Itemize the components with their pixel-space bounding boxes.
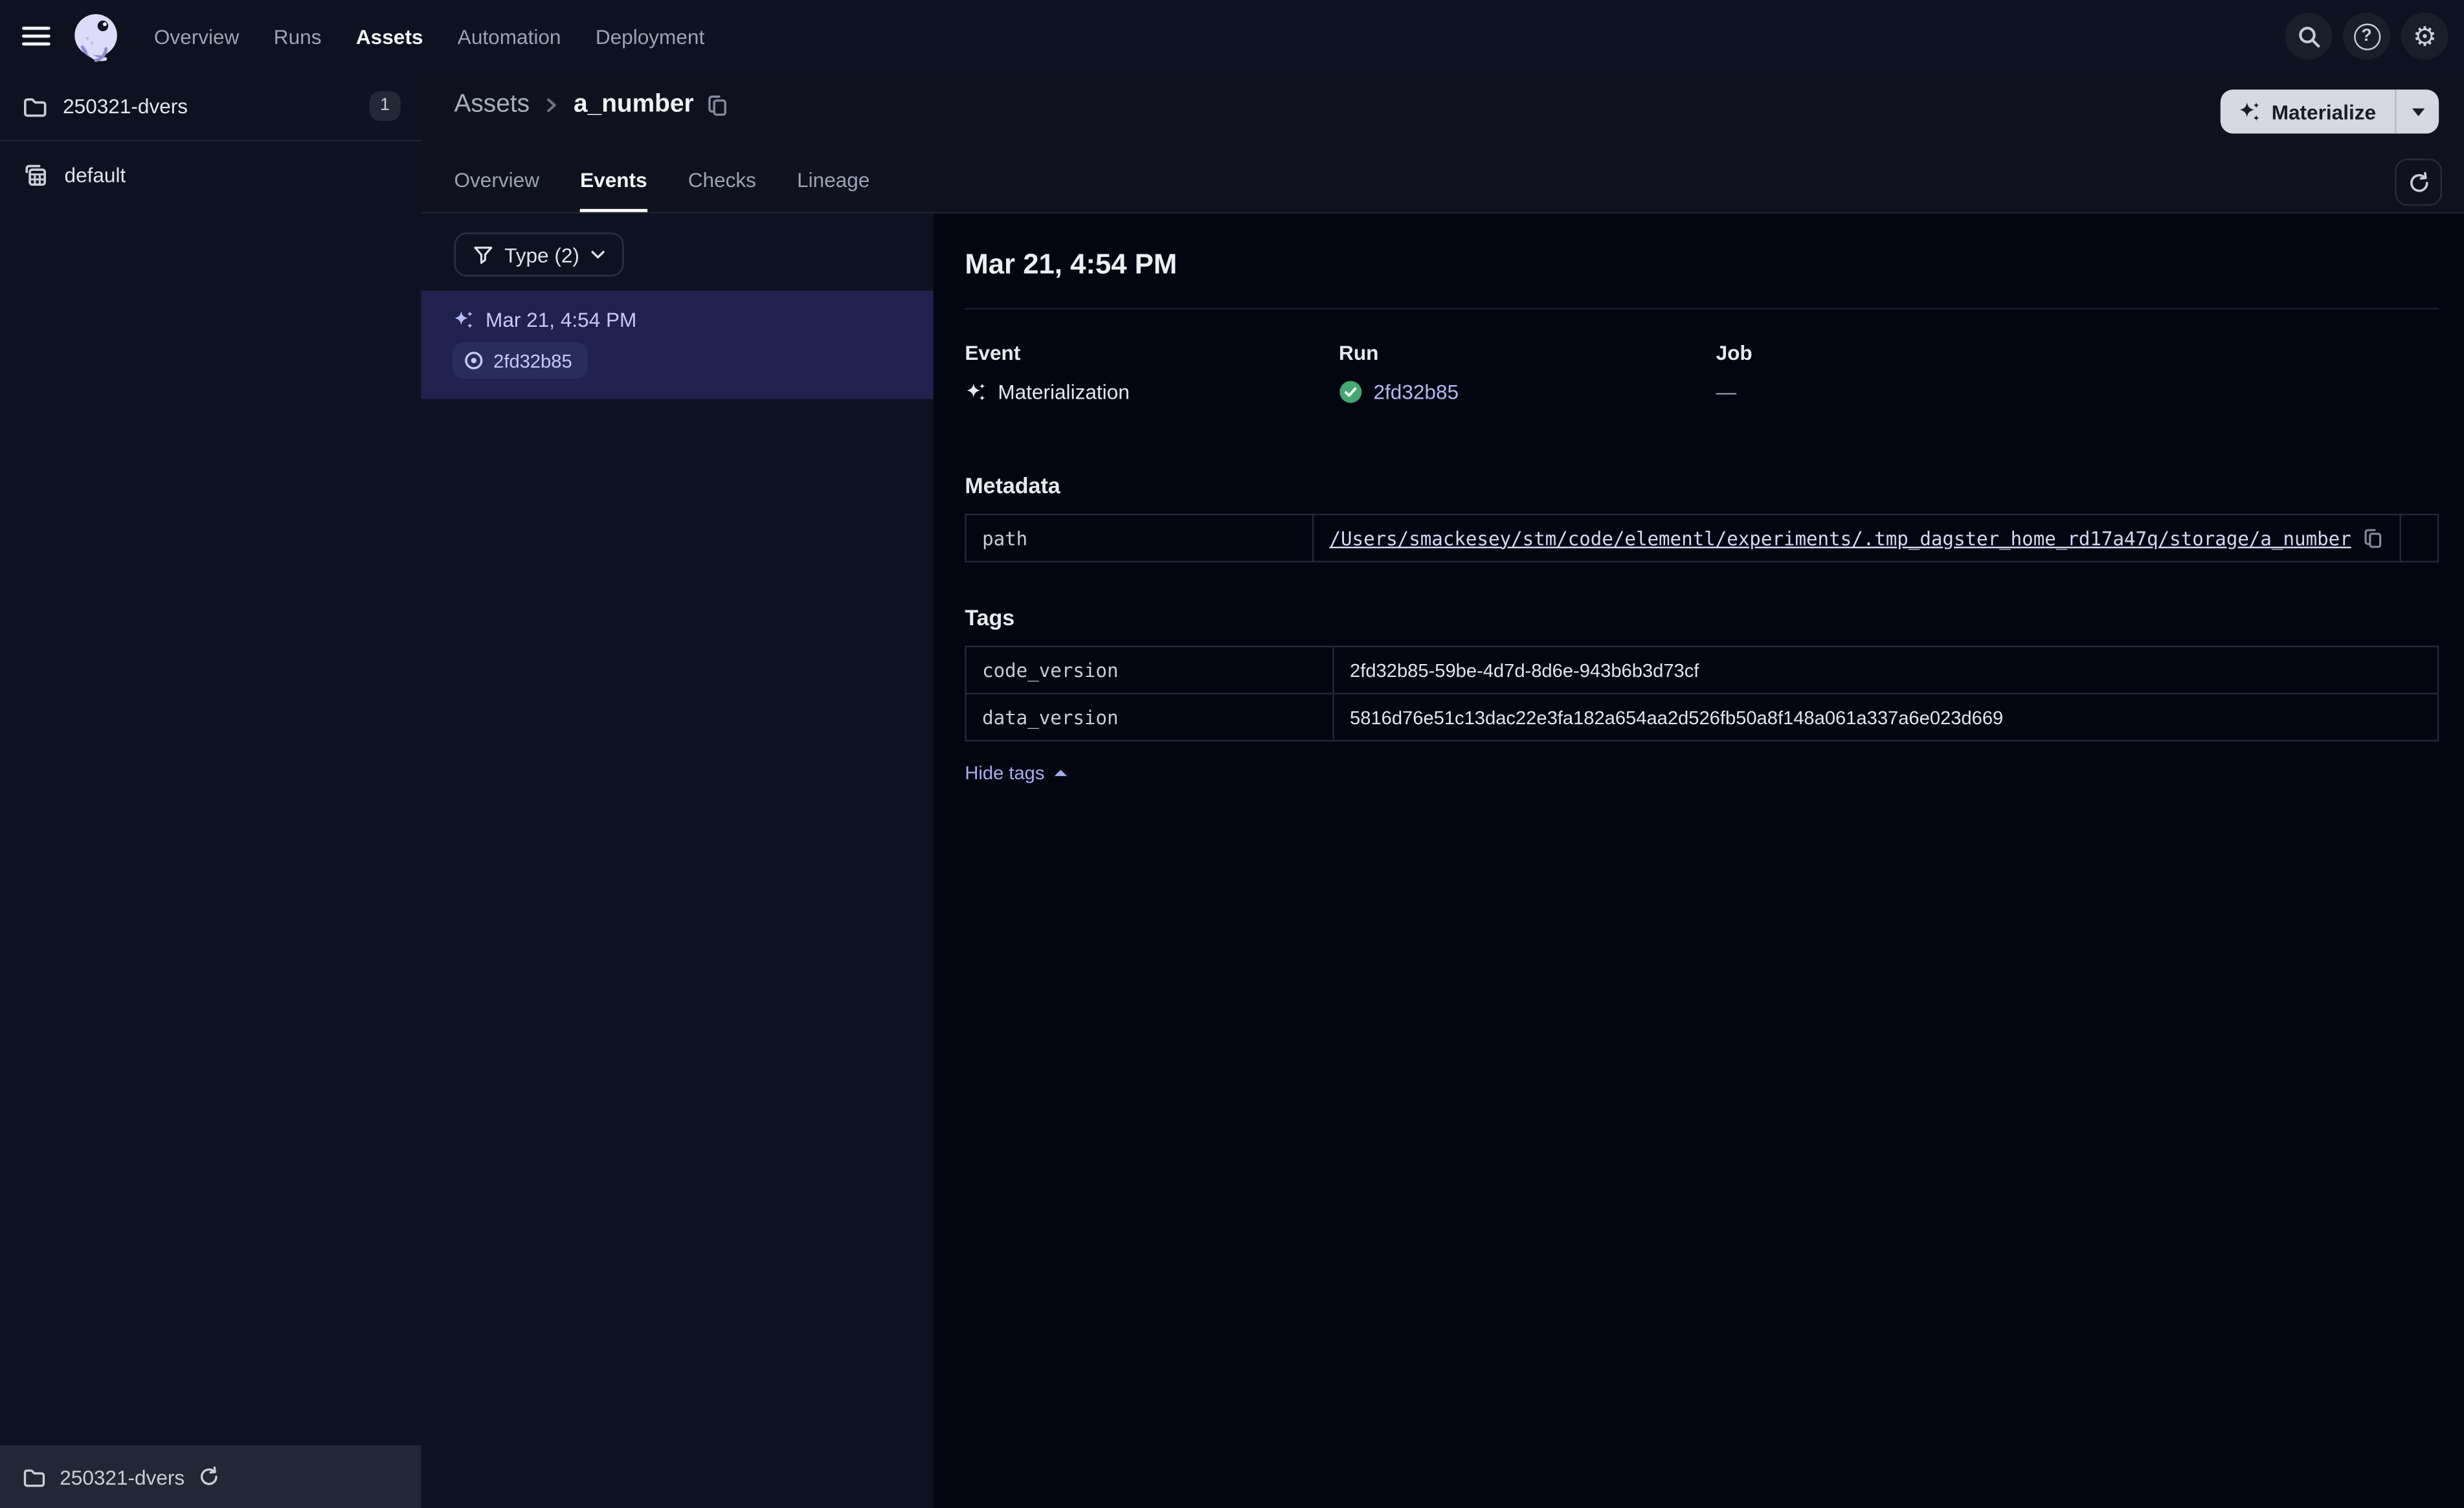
hide-tags-link[interactable]: Hide tags (965, 762, 1067, 784)
run-id-link[interactable]: 2fd32b85 (1373, 380, 1459, 403)
run-target-icon (465, 351, 483, 370)
nav-deployment[interactable]: Deployment (596, 25, 704, 48)
sidebar-group-label: 250321-dvers (63, 94, 188, 118)
detail-divider (965, 307, 2439, 310)
caret-up-icon (1053, 770, 1067, 777)
app-root: Overview Runs Assets Automation Deployme… (0, 0, 2464, 1508)
tag-key: code_version (965, 645, 1334, 694)
sidebar-group-row[interactable]: 250321-dvers 1 (0, 72, 421, 140)
tag-row-data-version: data_version 5816d76e51c13dac22e3fa182a6… (965, 693, 2439, 742)
asset-count-badge: 1 (369, 91, 401, 122)
folder-icon (23, 1469, 45, 1487)
tags-table: code_version 2fd32b85-59be-4d7d-8d6e-943… (965, 645, 2439, 742)
chevron-right-icon (547, 98, 556, 113)
materialize-label: Materialize (2271, 100, 2377, 124)
event-detail-panel: Mar 21, 4:54 PM Event Materialization Ru… (933, 214, 2464, 1508)
materialization-sparkle-icon (967, 383, 985, 400)
filter-label: Type (2) (504, 243, 579, 267)
event-detail-title: Mar 21, 4:54 PM (965, 248, 1178, 280)
tag-value: 2fd32b85-59be-4d7d-8d6e-943b6b3d73cf (1332, 645, 2439, 694)
chevron-down-icon (590, 250, 605, 258)
asset-group-icon (25, 164, 46, 186)
materialization-sparkle-icon (454, 310, 473, 328)
gear-icon (2413, 23, 2437, 49)
tab-checks[interactable]: Checks (688, 168, 756, 212)
sidebar-item-label: default (64, 163, 126, 187)
main-panel: Assets a_number Overview Events Checks L… (421, 72, 2464, 1508)
tags-heading: Tags (965, 604, 1015, 630)
asset-name: a_number (574, 91, 694, 118)
search-button[interactable] (2285, 12, 2333, 60)
help-button[interactable] (2343, 12, 2390, 60)
materialize-dropdown-button[interactable] (2397, 89, 2439, 133)
search-icon (2298, 26, 2320, 47)
metadata-row-path: path /Users/smackesey/stm/code/elementl/… (965, 513, 2439, 562)
materialize-button[interactable]: Materialize (2220, 89, 2395, 133)
event-timestamp: Mar 21, 4:54 PM (486, 307, 637, 332)
breadcrumb: Assets a_number (454, 72, 2464, 120)
event-type-filter[interactable]: Type (2) (454, 232, 623, 277)
nav-runs[interactable]: Runs (274, 25, 322, 48)
asset-sidebar: 250321-dvers 1 default 250321-dvers (0, 72, 421, 1508)
help-icon (2353, 23, 2380, 50)
top-nav: Overview Runs Assets Automation Deployme… (0, 0, 2464, 72)
copy-asset-name-icon[interactable] (708, 93, 730, 116)
metadata-key: path (965, 513, 1314, 562)
asset-header: Assets a_number Overview Events Checks L… (421, 72, 2464, 214)
tab-events[interactable]: Events (580, 168, 647, 212)
events-list-panel: Type (2) Mar 21, 4:54 PM 2fd32b85 (421, 214, 934, 1508)
refresh-icon (2409, 171, 2428, 192)
tab-lineage[interactable]: Lineage (797, 168, 869, 212)
materialize-sparkle-icon (2239, 101, 2259, 120)
asset-tabs: Overview Events Checks Lineage (454, 168, 869, 212)
metadata-actions-cell (2399, 513, 2439, 562)
run-success-icon (1339, 381, 1362, 403)
event-type-value: Materialization (998, 380, 1130, 404)
metadata-table: path /Users/smackesey/stm/code/elementl/… (965, 513, 2439, 562)
refresh-events-button[interactable] (2395, 159, 2443, 206)
hide-tags-label: Hide tags (965, 762, 1045, 784)
primary-nav: Overview Runs Assets Automation Deployme… (154, 25, 704, 48)
job-value: — (1716, 380, 1737, 404)
breadcrumb-assets-link[interactable]: Assets (454, 91, 530, 120)
tag-value: 5816d76e51c13dac22e3fa182a654aa2d526fb50… (1332, 693, 2439, 742)
event-list-item-selected[interactable]: Mar 21, 4:54 PM 2fd32b85 (421, 291, 934, 399)
job-column-header: Job (1716, 340, 1753, 365)
tag-key: data_version (965, 693, 1334, 742)
sidebar-footer-label: 250321-dvers (60, 1465, 185, 1489)
reload-definitions-icon[interactable] (197, 1466, 219, 1488)
nav-assets[interactable]: Assets (356, 25, 423, 48)
materialize-split-button: Materialize (2219, 89, 2439, 134)
copy-path-icon[interactable] (2364, 527, 2384, 549)
event-column-header: Event (965, 340, 1021, 365)
hamburger-menu-icon[interactable] (21, 26, 50, 47)
event-run-pill[interactable]: 2fd32b85 (453, 342, 588, 379)
metadata-heading: Metadata (965, 472, 1060, 498)
event-run-id: 2fd32b85 (493, 349, 572, 372)
nav-automation[interactable]: Automation (458, 25, 561, 48)
tag-row-code-version: code_version 2fd32b85-59be-4d7d-8d6e-943… (965, 645, 2439, 694)
event-summary: Event Materialization Run 2fd32b85 Job — (965, 341, 2439, 404)
folder-icon (24, 97, 47, 116)
sidebar-item-default[interactable]: default (0, 141, 421, 208)
caret-down-icon (2411, 107, 2425, 116)
sidebar-footer[interactable]: 250321-dvers (0, 1445, 421, 1508)
nav-overview[interactable]: Overview (154, 25, 240, 48)
dagster-logo-icon[interactable] (67, 8, 124, 64)
filter-funnel-icon (474, 245, 493, 263)
settings-button[interactable] (2401, 12, 2448, 60)
tab-overview[interactable]: Overview (454, 168, 539, 212)
run-column-header: Run (1339, 340, 1379, 365)
metadata-path-link[interactable]: /Users/smackesey/stm/code/elementl/exper… (1329, 527, 2351, 549)
